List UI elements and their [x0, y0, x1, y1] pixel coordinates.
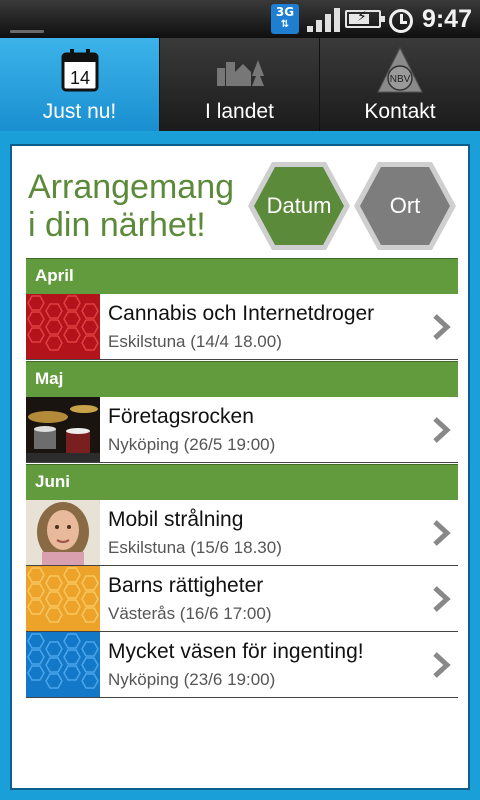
- event-thumbnail: [26, 294, 100, 359]
- tab-label: Just nu!: [42, 100, 117, 123]
- event-thumbnail: [26, 632, 100, 697]
- calendar-icon: 14: [61, 49, 98, 92]
- tab-bar: 14 Just nu! I landet NBV Kontakt: [0, 38, 480, 131]
- filter-datum-button[interactable]: Datum: [246, 160, 352, 252]
- event-location-date: Eskilstuna (15/6 18.30): [108, 538, 282, 557]
- section-header-maj: Maj: [26, 361, 458, 397]
- event-thumbnail: [26, 500, 100, 565]
- event-title: Barns rättigheter: [108, 574, 264, 597]
- filter-ort-button[interactable]: Ort: [352, 160, 458, 252]
- chevron-right-icon: [433, 586, 451, 612]
- woman-portrait-photo: [26, 500, 100, 565]
- tab-label: I landet: [205, 100, 274, 123]
- event-item[interactable]: Cannabis och Internetdroger Eskilstuna (…: [26, 294, 458, 360]
- event-item[interactable]: Mobil strålning Eskilstuna (15/6 18.30): [26, 500, 458, 566]
- network-type-label: 3G: [275, 5, 295, 19]
- event-item[interactable]: Barns rättigheter Västerås (16/6 17:00): [26, 566, 458, 632]
- red-hexagon-pattern: [26, 294, 100, 359]
- event-item[interactable]: Mycket väsen för ingenting! Nyköping (23…: [26, 632, 458, 698]
- tab-label: Kontakt: [364, 100, 436, 123]
- tab-just-nu[interactable]: 14 Just nu!: [0, 38, 160, 131]
- battery-charging-icon: ⚡: [345, 9, 385, 28]
- section-header-juni: Juni: [26, 464, 458, 500]
- notification-indicator: [10, 30, 44, 33]
- event-location-date: Nyköping (23/6 19:00): [108, 670, 276, 689]
- calendar-day-number: 14: [69, 68, 89, 88]
- town-icon: [216, 60, 264, 86]
- event-title: Mycket väsen för ingenting!: [108, 640, 364, 663]
- chevron-right-icon: [433, 520, 451, 546]
- signal-icon: [307, 8, 341, 32]
- events-card: Arrangemang i din närhet! Datum Ort Apri…: [10, 144, 470, 790]
- chevron-right-icon: [433, 652, 451, 678]
- event-location-date: Nyköping (26/5 19:00): [108, 435, 276, 454]
- event-title: Cannabis och Internetdroger: [108, 302, 375, 325]
- tab-kontakt[interactable]: NBV Kontakt: [320, 38, 480, 131]
- event-location-date: Västerås (16/6 17:00): [108, 604, 272, 623]
- chevron-right-icon: [433, 314, 451, 340]
- status-time: 9:47: [421, 5, 472, 33]
- drum-kit-photo: [26, 397, 100, 462]
- nbv-logo-icon: NBV: [377, 46, 423, 93]
- tab-i-landet[interactable]: I landet: [160, 38, 320, 131]
- page-title-line1: Arrangemang: [28, 168, 235, 206]
- section-header-april: April: [26, 258, 458, 294]
- event-thumbnail: [26, 566, 100, 631]
- chevron-right-icon: [433, 417, 451, 443]
- status-bar: 3G ⇅ ⚡ 9:47: [0, 0, 480, 38]
- event-title: Företagsrocken: [108, 405, 254, 428]
- filter-datum-label: Datum: [266, 193, 332, 218]
- 3g-data-icon: 3G ⇅: [271, 4, 299, 34]
- page-title: Arrangemang i din närhet!: [28, 168, 258, 244]
- blue-hexagon-pattern: [26, 632, 100, 697]
- event-title: Mobil strålning: [108, 508, 244, 531]
- event-thumbnail: [26, 397, 100, 462]
- alarm-icon: [387, 4, 415, 34]
- event-location-date: Eskilstuna (14/4 18.00): [108, 332, 282, 351]
- orange-hexagon-pattern: [26, 566, 100, 631]
- event-item[interactable]: Företagsrocken Nyköping (26/5 19:00): [26, 397, 458, 463]
- filter-ort-label: Ort: [389, 193, 421, 218]
- nbv-logo-text: NBV: [390, 74, 411, 85]
- page-title-line2: i din närhet!: [28, 206, 206, 244]
